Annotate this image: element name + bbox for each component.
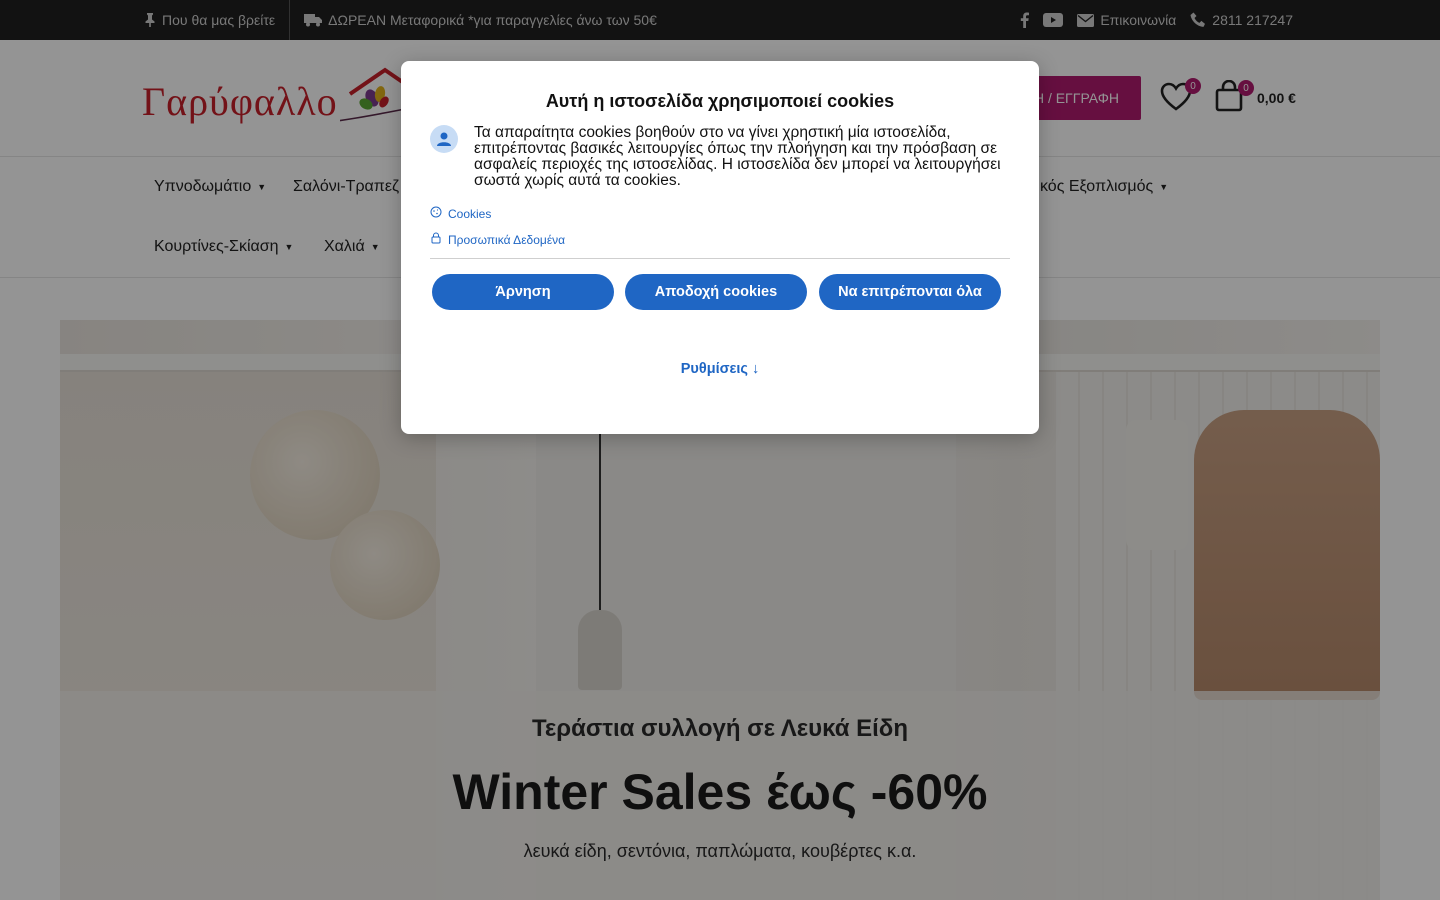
privacy-link-label: Προσωπικά Δεδομένα	[448, 232, 566, 247]
deny-cookies-button[interactable]: Άρνηση	[432, 274, 614, 310]
cookies-link[interactable]: Cookies	[430, 206, 491, 221]
cookie-dialog-body: Τα απαραίτητα cookies βοηθούν στο να γίν…	[474, 124, 1001, 189]
lock-icon	[430, 232, 442, 247]
cookie-settings-toggle[interactable]: Ρυθμίσεις ↓	[401, 361, 1039, 377]
allow-all-cookies-button[interactable]: Να επιτρέπονται όλα	[819, 274, 1001, 310]
cookie-icon	[430, 206, 442, 221]
cookies-link-label: Cookies	[448, 206, 492, 221]
cookie-dialog-title: Αυτή η ιστοσελίδα χρησιμοποιεί cookies	[545, 91, 895, 111]
privacy-link[interactable]: Προσωπικά Δεδομένα	[430, 232, 565, 247]
accept-cookies-button[interactable]: Αποδοχή cookies	[625, 274, 807, 310]
cookie-dialog-divider	[430, 258, 1010, 259]
user-icon	[430, 125, 458, 153]
cookie-consent-dialog: Αυτή η ιστοσελίδα χρησιμοποιεί cookies Τ…	[401, 61, 1039, 434]
